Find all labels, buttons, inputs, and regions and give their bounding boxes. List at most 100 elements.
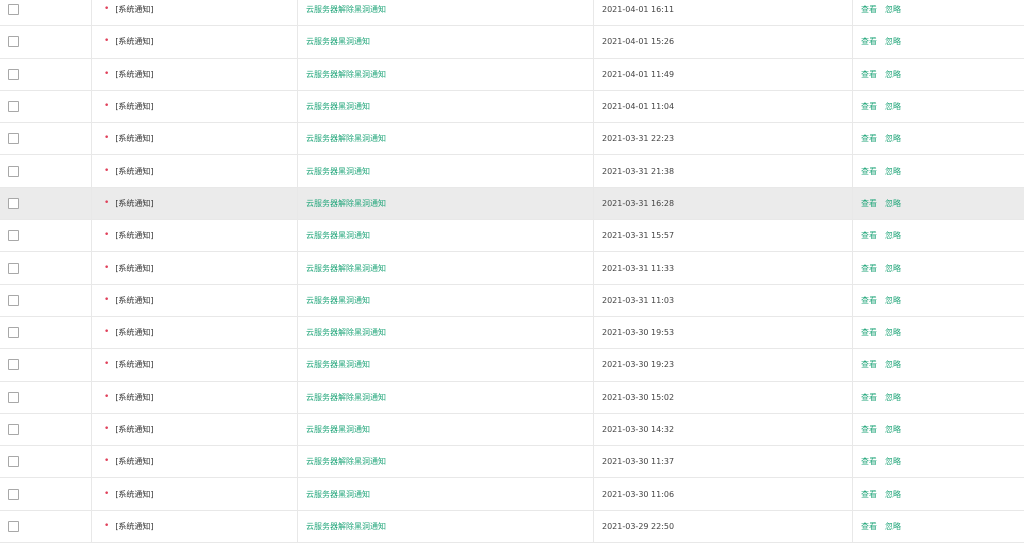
ignore-link[interactable]: 忽略	[885, 69, 901, 80]
view-link[interactable]: 查看	[861, 521, 877, 532]
row-checkbox[interactable]	[8, 68, 19, 80]
notification-type: [系统通知]	[115, 360, 154, 370]
notification-title-link[interactable]: 云服务器解除黑洞通知	[306, 327, 386, 338]
table-row: • [系统通知] 云服务器解除黑洞通知 2021-03-31 22:23 查看 …	[0, 123, 1024, 156]
row-checkbox[interactable]	[8, 165, 19, 177]
ignore-link[interactable]: 忽略	[885, 4, 901, 15]
notification-title-link[interactable]: 云服务器黑洞通知	[306, 295, 370, 306]
view-link[interactable]: 查看	[861, 295, 877, 306]
notification-title-link[interactable]: 云服务器解除黑洞通知	[306, 198, 386, 209]
view-link[interactable]: 查看	[861, 489, 877, 500]
notification-type: [系统通知]	[115, 392, 154, 402]
ignore-link[interactable]: 忽略	[885, 521, 901, 532]
view-link[interactable]: 查看	[861, 36, 877, 47]
notification-title-link[interactable]: 云服务器解除黑洞通知	[306, 456, 386, 467]
notification-title-link[interactable]: 云服务器解除黑洞通知	[306, 392, 386, 403]
row-checkbox[interactable]	[8, 197, 19, 209]
actions-cell: 查看 忽略	[853, 349, 1024, 380]
title-cell: 云服务器解除黑洞通知	[298, 58, 594, 90]
ignore-link[interactable]: 忽略	[885, 359, 901, 370]
view-link[interactable]: 查看	[861, 69, 877, 80]
notification-title-link[interactable]: 云服务器黑洞通知	[306, 359, 370, 370]
view-link[interactable]: 查看	[861, 166, 877, 177]
actions-cell: 查看 忽略	[853, 414, 1024, 445]
row-checkbox[interactable]	[8, 230, 19, 242]
notification-time: 2021-03-31 11:33	[602, 263, 675, 273]
notification-title-link[interactable]: 云服务器黑洞通知	[306, 230, 370, 241]
ignore-link[interactable]: 忽略	[885, 295, 901, 306]
notification-title-link[interactable]: 云服务器黑洞通知	[306, 166, 370, 177]
title-cell: 云服务器解除黑洞通知	[298, 510, 594, 543]
notification-title-link[interactable]: 云服务器解除黑洞通知	[306, 4, 386, 15]
row-checkbox[interactable]	[8, 359, 19, 371]
row-checkbox[interactable]	[8, 4, 19, 16]
notification-time: 2021-04-01 11:04	[602, 102, 675, 112]
notification-title-link[interactable]: 云服务器黑洞通知	[306, 424, 370, 435]
ignore-link[interactable]: 忽略	[885, 166, 901, 177]
ignore-link[interactable]: 忽略	[885, 489, 901, 500]
view-link[interactable]: 查看	[861, 198, 877, 209]
ignore-link[interactable]: 忽略	[885, 392, 901, 403]
view-link[interactable]: 查看	[861, 456, 877, 467]
view-link[interactable]: 查看	[861, 263, 877, 274]
row-checkbox[interactable]	[8, 456, 19, 468]
notification-title-link[interactable]: 云服务器解除黑洞通知	[306, 133, 386, 144]
select-cell	[0, 349, 92, 381]
ignore-link[interactable]: 忽略	[885, 327, 901, 338]
unread-dot-icon: •	[104, 4, 110, 15]
view-link[interactable]: 查看	[861, 359, 877, 370]
type-cell: • [系统通知]	[92, 381, 298, 413]
unread-dot-icon: •	[104, 230, 110, 241]
time-cell: 2021-04-01 11:49	[594, 58, 853, 90]
unread-dot-icon: •	[104, 424, 110, 434]
time-cell: 2021-03-30 14:32	[594, 413, 853, 446]
time-cell: 2021-03-29 22:50	[594, 510, 853, 543]
row-checkbox[interactable]	[8, 391, 19, 403]
notification-time: 2021-03-30 15:02	[602, 392, 675, 402]
select-cell	[0, 0, 92, 26]
notification-type: [系统通知]	[115, 263, 154, 273]
row-checkbox[interactable]	[8, 36, 19, 48]
row-checkbox[interactable]	[8, 133, 19, 145]
view-link[interactable]: 查看	[861, 133, 877, 144]
table-row: • [系统通知] 云服务器解除黑洞通知 2021-03-30 11:37 查看 …	[0, 446, 1024, 479]
type-cell: • [系统通知]	[92, 90, 298, 123]
notification-type: [系统通知]	[115, 457, 154, 467]
select-cell	[0, 155, 92, 187]
view-link[interactable]: 查看	[861, 392, 877, 403]
time-cell: 2021-03-31 15:57	[594, 220, 853, 252]
view-link[interactable]: 查看	[861, 101, 877, 112]
ignore-link[interactable]: 忽略	[885, 456, 901, 467]
row-checkbox[interactable]	[8, 327, 19, 339]
notification-title-link[interactable]: 云服务器黑洞通知	[306, 101, 370, 112]
ignore-link[interactable]: 忽略	[885, 101, 901, 112]
type-cell: • [系统通知]	[92, 252, 298, 284]
ignore-link[interactable]: 忽略	[885, 198, 901, 209]
notification-title-link[interactable]: 云服务器黑洞通知	[306, 36, 370, 47]
view-link[interactable]: 查看	[861, 230, 877, 241]
row-checkbox[interactable]	[8, 520, 19, 532]
ignore-link[interactable]: 忽略	[885, 36, 901, 47]
notification-time: 2021-03-31 11:03	[602, 295, 675, 305]
row-checkbox[interactable]	[8, 424, 19, 435]
view-link[interactable]: 查看	[861, 327, 877, 338]
row-checkbox[interactable]	[8, 488, 19, 500]
notification-type: [系统通知]	[115, 5, 154, 15]
type-cell: • [系统通知]	[92, 0, 298, 26]
notification-title-link[interactable]: 云服务器解除黑洞通知	[306, 69, 386, 80]
ignore-link[interactable]: 忽略	[885, 263, 901, 274]
ignore-link[interactable]: 忽略	[885, 424, 901, 435]
row-checkbox[interactable]	[8, 294, 19, 306]
ignore-link[interactable]: 忽略	[885, 230, 901, 241]
view-link[interactable]: 查看	[861, 424, 877, 435]
table-row: • [系统通知] 云服务器解除黑洞通知 2021-03-29 22:50 查看 …	[0, 510, 1024, 543]
ignore-link[interactable]: 忽略	[885, 133, 901, 144]
time-cell: 2021-03-30 15:02	[594, 381, 853, 413]
title-cell: 云服务器解除黑洞通知	[298, 0, 594, 26]
row-checkbox[interactable]	[8, 101, 19, 113]
view-link[interactable]: 查看	[861, 4, 877, 15]
notification-title-link[interactable]: 云服务器解除黑洞通知	[306, 521, 386, 532]
notification-title-link[interactable]: 云服务器解除黑洞通知	[306, 263, 386, 274]
notification-title-link[interactable]: 云服务器黑洞通知	[306, 489, 370, 500]
row-checkbox[interactable]	[8, 262, 19, 274]
